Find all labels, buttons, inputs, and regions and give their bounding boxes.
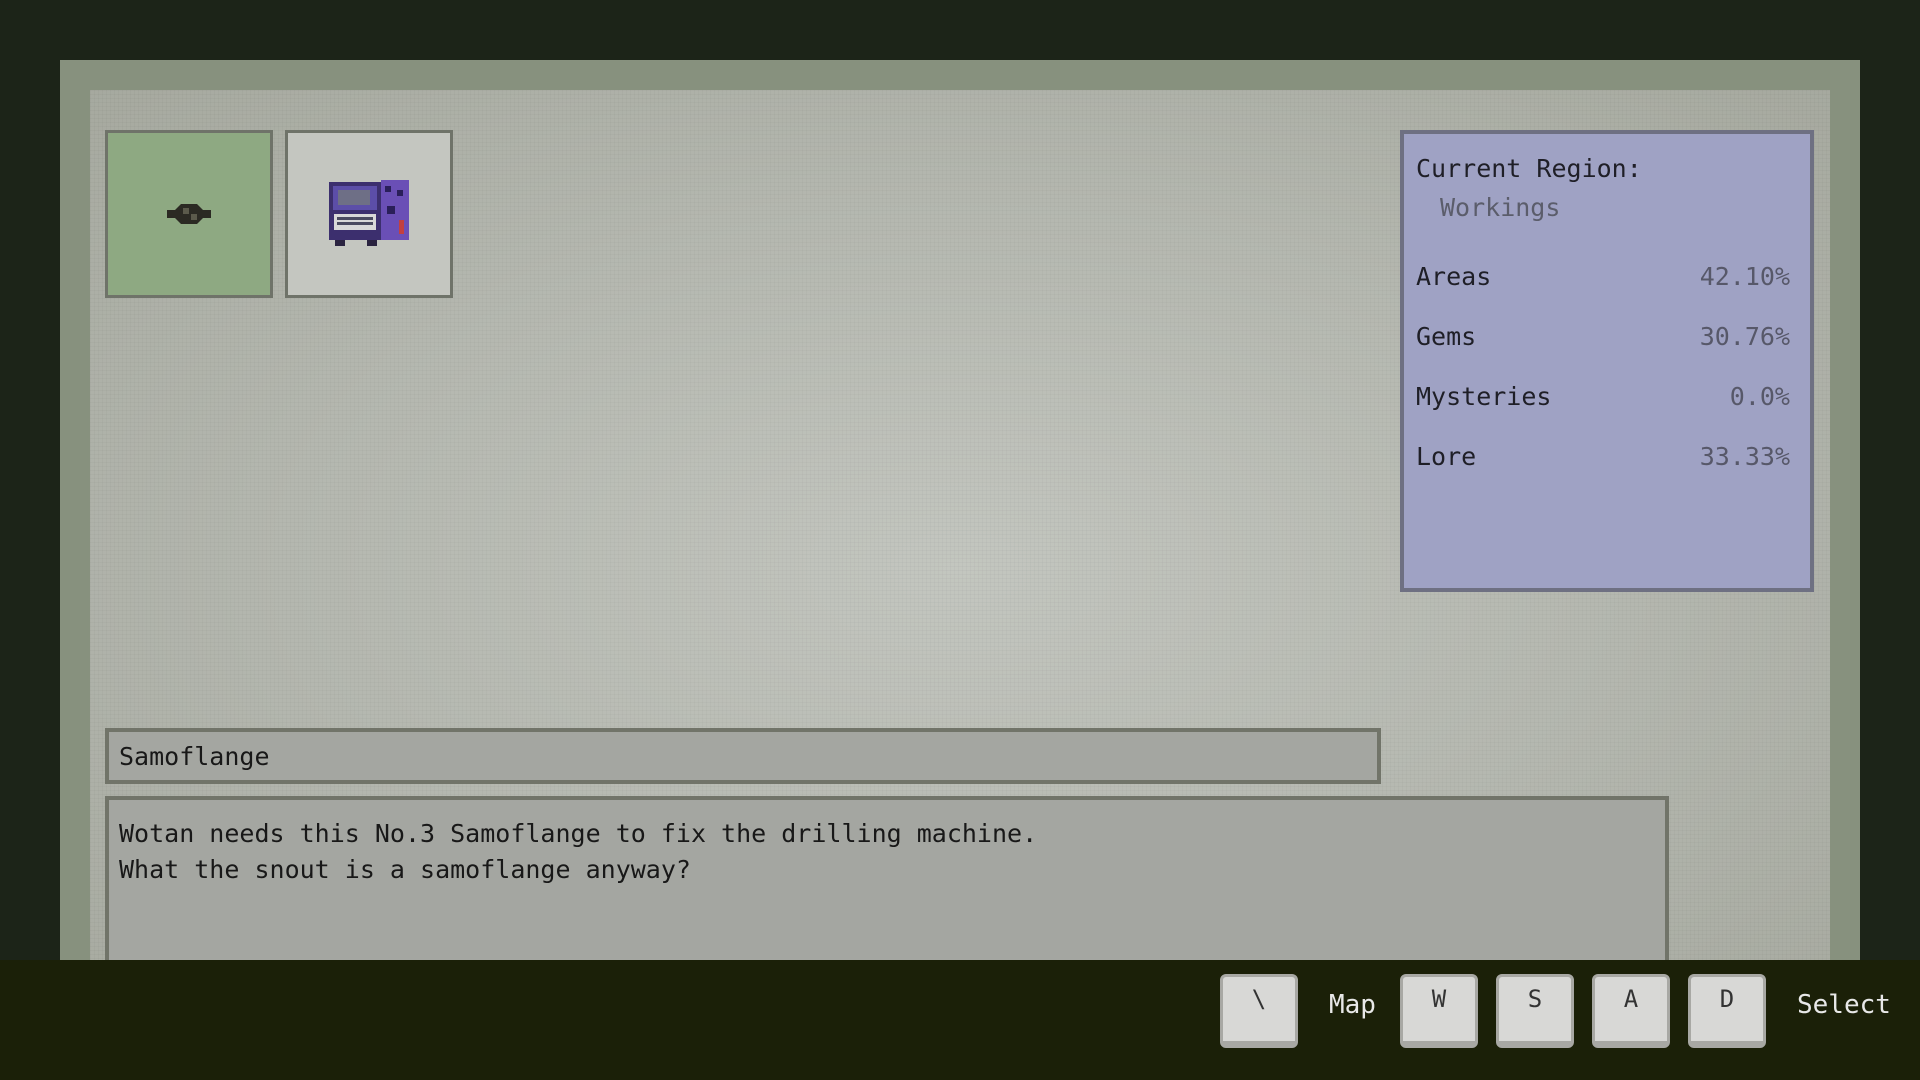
stat-label: Gems <box>1416 322 1477 351</box>
map-key[interactable]: \ <box>1220 974 1298 1048</box>
current-region-name: Workings <box>1440 193 1561 222</box>
current-region-label: Current Region: <box>1416 154 1642 183</box>
d-key[interactable]: D <box>1688 974 1766 1048</box>
handheld-computer-item-icon <box>329 180 409 246</box>
item-description-box: Wotan needs this No.3 Samoflange to fix … <box>105 796 1669 960</box>
item-description-line: Wotan needs this No.3 Samoflange to fix … <box>119 819 1038 848</box>
stat-value: 0.0% <box>1729 382 1790 411</box>
inventory-panel: Current Region: Workings Areas 42.10% Ge… <box>90 90 1830 960</box>
map-label: Map <box>1329 990 1376 1020</box>
item-name-box: Samoflange <box>105 728 1381 784</box>
item-name: Samoflange <box>119 742 270 771</box>
inventory-slot-1[interactable] <box>105 130 273 298</box>
stat-value: 30.76% <box>1699 322 1790 351</box>
stat-value: 42.10% <box>1699 262 1790 291</box>
inventory-frame: Current Region: Workings Areas 42.10% Ge… <box>60 60 1860 960</box>
controls-footer: \ Map W S A D Select <box>0 960 1920 1080</box>
stat-row-gems: Gems 30.76% <box>1416 322 1790 382</box>
a-key[interactable]: A <box>1592 974 1670 1048</box>
inventory-slot-2[interactable] <box>285 130 453 298</box>
region-stats-panel: Current Region: Workings Areas 42.10% Ge… <box>1400 130 1814 592</box>
select-label: Select <box>1797 990 1891 1020</box>
stat-label: Areas <box>1416 262 1492 291</box>
stat-value: 33.33% <box>1699 442 1790 471</box>
stat-row-mysteries: Mysteries 0.0% <box>1416 382 1790 442</box>
stat-label: Mysteries <box>1416 382 1552 411</box>
item-description-line: What the snout is a samoflange anyway? <box>119 855 691 884</box>
stat-row-lore: Lore 33.33% <box>1416 442 1790 502</box>
dark-gear-item-icon <box>167 204 211 224</box>
w-key[interactable]: W <box>1400 974 1478 1048</box>
stat-label: Lore <box>1416 442 1477 471</box>
stat-row-areas: Areas 42.10% <box>1416 262 1790 322</box>
s-key[interactable]: S <box>1496 974 1574 1048</box>
